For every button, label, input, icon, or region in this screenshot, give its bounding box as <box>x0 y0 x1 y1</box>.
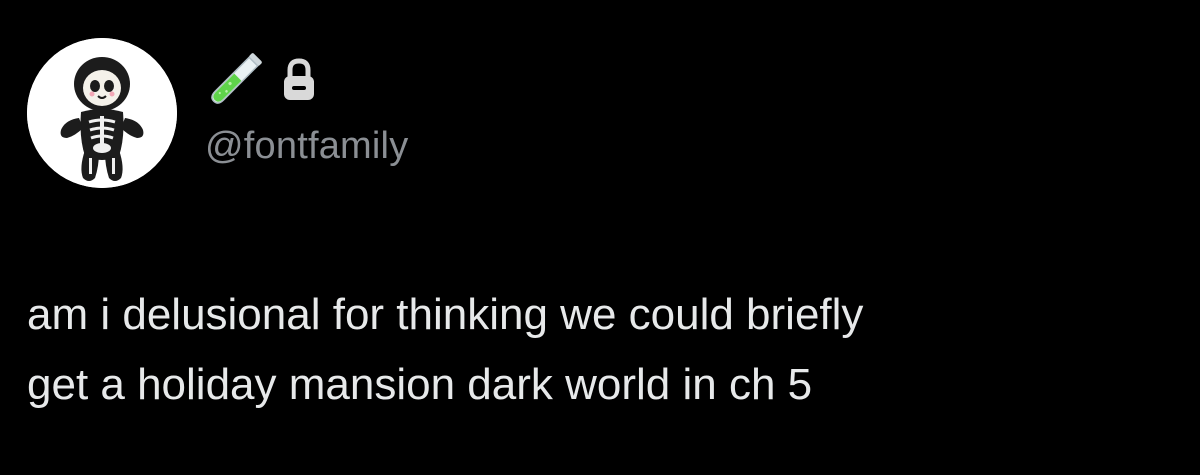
skeleton-plush-avatar-icon <box>27 38 177 188</box>
tweet-text-line: am i delusional for thinking we could br… <box>27 290 864 339</box>
test-tube-icon <box>211 53 262 104</box>
display-name-row[interactable] <box>205 50 319 110</box>
tweet-card: @fontfamily am i delusional for thinking… <box>0 0 1200 475</box>
user-handle[interactable]: @fontfamily <box>205 122 408 170</box>
tweet-text-line: get a holiday mansion dark world in ch 5 <box>27 360 813 409</box>
tweet-text: am i delusional for thinking we could br… <box>27 280 1177 420</box>
lock-icon <box>284 58 314 100</box>
avatar[interactable] <box>27 38 177 188</box>
